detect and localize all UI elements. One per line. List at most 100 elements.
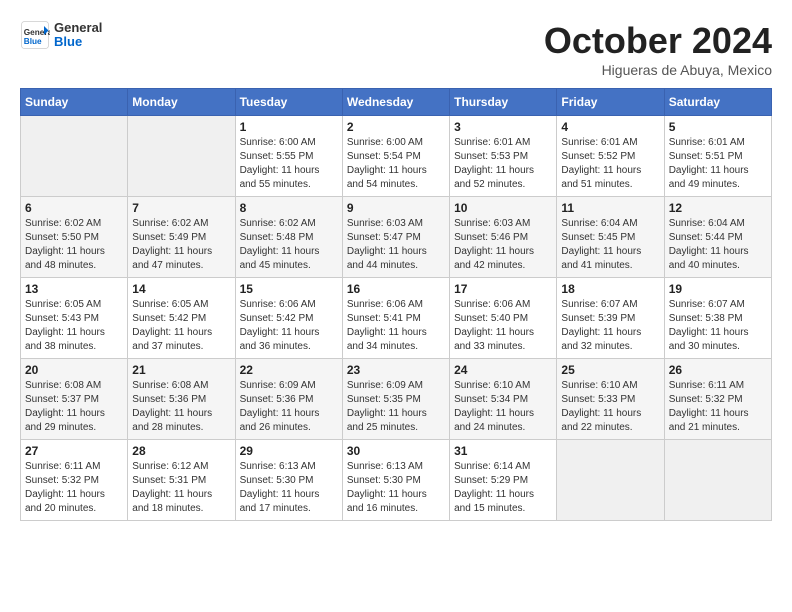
calendar-cell: 29 Sunrise: 6:13 AM Sunset: 5:30 PM Dayli… [235,440,342,521]
weekday-header: Saturday [664,89,771,116]
title-block: October 2024 Higueras de Abuya, Mexico [544,20,772,78]
logo-general: General [54,21,102,35]
day-number: 5 [669,120,767,134]
day-info: Sunrise: 6:07 AM Sunset: 5:39 PM Dayligh… [561,298,659,354]
logo-icon: General Blue [20,20,50,50]
calendar-cell [664,440,771,521]
month-title: October 2024 [544,20,772,62]
calendar-cell: 19Sunrise: 6:07 AM Sunset: 5:38 PM Dayli… [664,278,771,359]
day-info: Sunrise: 6:00 AM Sunset: 5:55 PM Dayligh… [240,136,338,192]
calendar-table: SundayMondayTuesdayWednesdayThursdayFrid… [20,88,772,521]
day-info: Sunrise: 6:05 AM Sunset: 5:43 PM Dayligh… [25,298,123,354]
day-number: 21 [132,363,230,377]
calendar-cell: 30 Sunrise: 6:13 AM Sunset: 5:30 PM Dayli… [342,440,449,521]
day-info: Sunrise: 6:12 AM Sunset: 5:31 PM Dayligh… [132,460,230,516]
day-info: Sunrise: 6:01 AM Sunset: 5:52 PM Dayligh… [561,136,659,192]
calendar-cell: 2 Sunrise: 6:00 AM Sunset: 5:54 PM Daylig… [342,116,449,197]
day-info: Sunrise: 6:10 AM Sunset: 5:34 PM Dayligh… [454,379,552,435]
page-header: General Blue General Blue October 2024 H… [20,20,772,78]
day-info: Sunrise: 6:07 AM Sunset: 5:38 PM Dayligh… [669,298,767,354]
day-info: Sunrise: 6:11 AM Sunset: 5:32 PM Dayligh… [669,379,767,435]
day-info: Sunrise: 6:00 AM Sunset: 5:54 PM Dayligh… [347,136,445,192]
calendar-cell: 24 Sunrise: 6:10 AM Sunset: 5:34 PM Dayli… [450,359,557,440]
day-info: Sunrise: 6:09 AM Sunset: 5:36 PM Dayligh… [240,379,338,435]
calendar-cell: 5 Sunrise: 6:01 AM Sunset: 5:51 PM Daylig… [664,116,771,197]
calendar-cell: 6 Sunrise: 6:02 AM Sunset: 5:50 PM Daylig… [21,197,128,278]
calendar-cell: 7 Sunrise: 6:02 AM Sunset: 5:49 PM Daylig… [128,197,235,278]
day-number: 6 [25,201,123,215]
day-number: 30 [347,444,445,458]
day-info: Sunrise: 6:09 AM Sunset: 5:35 PM Dayligh… [347,379,445,435]
day-number: 7 [132,201,230,215]
day-number: 26 [669,363,767,377]
day-number: 29 [240,444,338,458]
day-number: 25 [561,363,659,377]
calendar-cell: 31 Sunrise: 6:14 AM Sunset: 5:29 PM Dayli… [450,440,557,521]
day-info: Sunrise: 6:05 AM Sunset: 5:42 PM Dayligh… [132,298,230,354]
day-number: 24 [454,363,552,377]
day-info: Sunrise: 6:14 AM Sunset: 5:29 PM Dayligh… [454,460,552,516]
day-number: 22 [240,363,338,377]
day-info: Sunrise: 6:04 AM Sunset: 5:45 PM Dayligh… [561,217,659,273]
calendar-cell: 15 Sunrise: 6:06 AM Sunset: 5:42 PM Dayli… [235,278,342,359]
calendar-cell: 17 Sunrise: 6:06 AM Sunset: 5:40 PM Dayli… [450,278,557,359]
calendar-cell: 25 Sunrise: 6:10 AM Sunset: 5:33 PM Dayli… [557,359,664,440]
day-info: Sunrise: 6:02 AM Sunset: 5:50 PM Dayligh… [25,217,123,273]
day-info: Sunrise: 6:08 AM Sunset: 5:37 PM Dayligh… [25,379,123,435]
weekday-header: Wednesday [342,89,449,116]
calendar-cell [128,116,235,197]
calendar-cell: 9 Sunrise: 6:03 AM Sunset: 5:47 PM Daylig… [342,197,449,278]
day-number: 2 [347,120,445,134]
day-number: 15 [240,282,338,296]
calendar-header: SundayMondayTuesdayWednesdayThursdayFrid… [21,89,772,116]
day-info: Sunrise: 6:06 AM Sunset: 5:41 PM Dayligh… [347,298,445,354]
day-info: Sunrise: 6:01 AM Sunset: 5:51 PM Dayligh… [669,136,767,192]
calendar-cell: 13Sunrise: 6:05 AM Sunset: 5:43 PM Dayli… [21,278,128,359]
calendar-cell: 4 Sunrise: 6:01 AM Sunset: 5:52 PM Daylig… [557,116,664,197]
calendar-cell [21,116,128,197]
weekday-header: Sunday [21,89,128,116]
calendar-cell: 27Sunrise: 6:11 AM Sunset: 5:32 PM Dayli… [21,440,128,521]
day-number: 16 [347,282,445,296]
calendar-cell: 10 Sunrise: 6:03 AM Sunset: 5:46 PM Dayli… [450,197,557,278]
day-number: 31 [454,444,552,458]
calendar-cell: 18 Sunrise: 6:07 AM Sunset: 5:39 PM Dayli… [557,278,664,359]
day-number: 9 [347,201,445,215]
day-info: Sunrise: 6:13 AM Sunset: 5:30 PM Dayligh… [240,460,338,516]
day-number: 10 [454,201,552,215]
day-number: 3 [454,120,552,134]
calendar-cell [557,440,664,521]
calendar-cell: 22 Sunrise: 6:09 AM Sunset: 5:36 PM Dayli… [235,359,342,440]
day-info: Sunrise: 6:06 AM Sunset: 5:40 PM Dayligh… [454,298,552,354]
day-info: Sunrise: 6:08 AM Sunset: 5:36 PM Dayligh… [132,379,230,435]
day-info: Sunrise: 6:13 AM Sunset: 5:30 PM Dayligh… [347,460,445,516]
day-info: Sunrise: 6:03 AM Sunset: 5:47 PM Dayligh… [347,217,445,273]
day-number: 1 [240,120,338,134]
day-info: Sunrise: 6:04 AM Sunset: 5:44 PM Dayligh… [669,217,767,273]
calendar-cell: 8Sunrise: 6:02 AM Sunset: 5:48 PM Daylig… [235,197,342,278]
day-info: Sunrise: 6:10 AM Sunset: 5:33 PM Dayligh… [561,379,659,435]
day-info: Sunrise: 6:11 AM Sunset: 5:32 PM Dayligh… [25,460,123,516]
day-info: Sunrise: 6:06 AM Sunset: 5:42 PM Dayligh… [240,298,338,354]
day-number: 4 [561,120,659,134]
calendar-cell: 14Sunrise: 6:05 AM Sunset: 5:42 PM Dayli… [128,278,235,359]
day-number: 8 [240,201,338,215]
weekday-header: Monday [128,89,235,116]
day-number: 28 [132,444,230,458]
day-number: 18 [561,282,659,296]
day-number: 17 [454,282,552,296]
day-info: Sunrise: 6:01 AM Sunset: 5:53 PM Dayligh… [454,136,552,192]
logo-blue: Blue [54,35,102,49]
calendar-cell: 21 Sunrise: 6:08 AM Sunset: 5:36 PM Dayli… [128,359,235,440]
day-info: Sunrise: 6:02 AM Sunset: 5:49 PM Dayligh… [132,217,230,273]
day-number: 11 [561,201,659,215]
calendar-cell: 12 Sunrise: 6:04 AM Sunset: 5:44 PM Dayli… [664,197,771,278]
day-number: 23 [347,363,445,377]
calendar-cell: 11 Sunrise: 6:04 AM Sunset: 5:45 PM Dayli… [557,197,664,278]
calendar-cell: 20 Sunrise: 6:08 AM Sunset: 5:37 PM Dayli… [21,359,128,440]
weekday-header: Tuesday [235,89,342,116]
day-number: 20 [25,363,123,377]
day-number: 12 [669,201,767,215]
location: Higueras de Abuya, Mexico [544,62,772,78]
day-info: Sunrise: 6:03 AM Sunset: 5:46 PM Dayligh… [454,217,552,273]
